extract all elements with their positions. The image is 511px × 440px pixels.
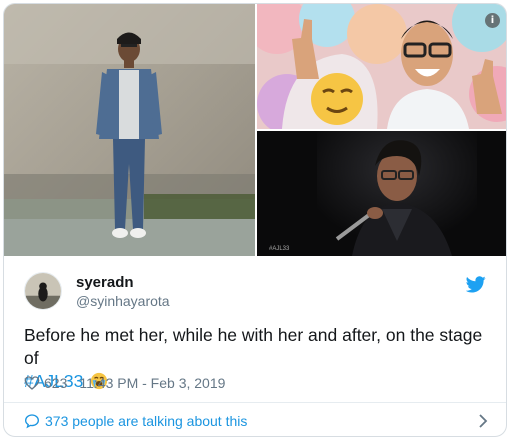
display-name[interactable]: syeradn [76, 274, 170, 292]
tweet-photo-man-standing[interactable] [4, 4, 255, 256]
tweet-photo-smiling-man-balloons[interactable]: i [257, 4, 506, 129]
tweet-meta: 623 11:43 PM - Feb 3, 2019 [24, 374, 225, 392]
avatar[interactable] [24, 272, 62, 310]
stage-watermark: #AJL33 [269, 246, 290, 252]
heart-icon[interactable] [24, 375, 40, 391]
tweet-timestamp[interactable]: 11:43 PM - Feb 3, 2019 [79, 375, 225, 391]
talking-about-link[interactable]: 373 people are talking about this [45, 413, 247, 429]
twitter-bird-icon[interactable] [466, 276, 486, 293]
like-count[interactable]: 623 [44, 375, 67, 391]
tweet-header: syeradn @syinhayarota [24, 272, 488, 314]
conversation-footer[interactable]: 373 people are talking about this [4, 402, 506, 436]
user-names: syeradn @syinhayarota [76, 274, 170, 310]
tweet-photo-singer-on-stage[interactable]: #AJL33 [257, 131, 506, 256]
tweet-media-grid: i #AJL33 [4, 4, 506, 256]
user-handle[interactable]: @syinhayarota [76, 292, 170, 310]
speech-bubble-icon [24, 413, 40, 428]
embedded-tweet-card: i #AJL33 syeradn @syinhayarota Before he… [3, 3, 507, 437]
tweet-text-body: Before he met her, while he with her and… [24, 325, 483, 368]
chevron-right-icon[interactable] [478, 414, 488, 428]
tweet-body: syeradn @syinhayarota Before he met her,… [4, 256, 506, 401]
info-icon[interactable]: i [485, 13, 500, 28]
